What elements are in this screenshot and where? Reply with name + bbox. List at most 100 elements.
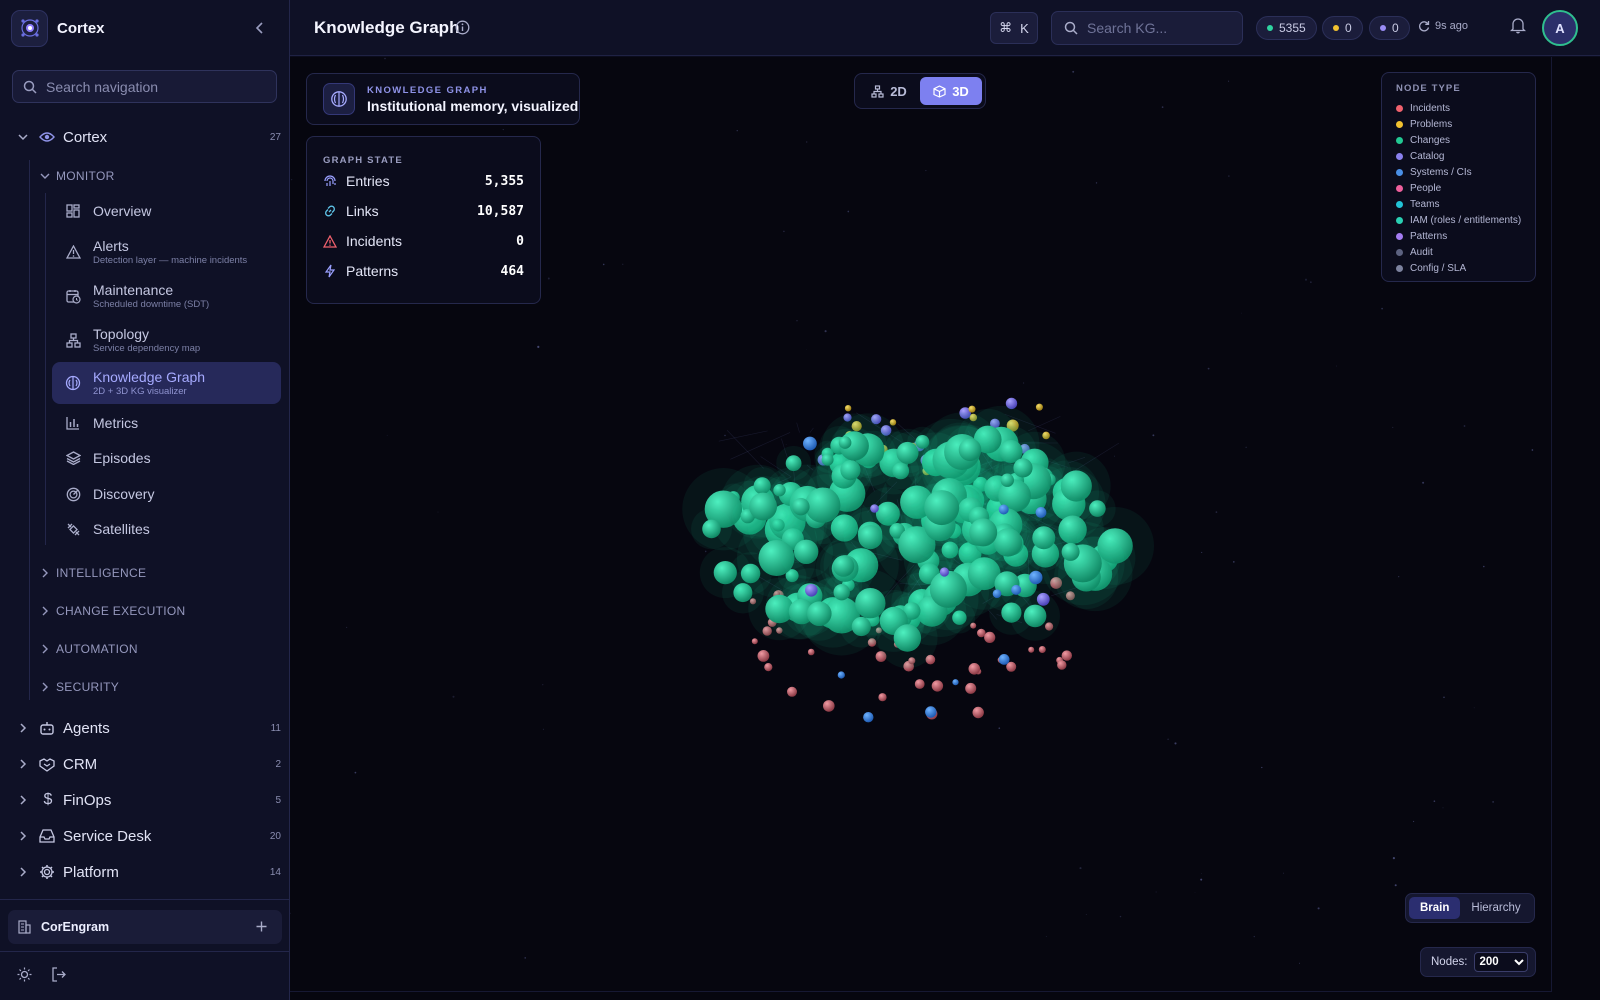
section-change-execution[interactable]: CHANGE EXECUTION xyxy=(38,603,185,619)
graph-node[interactable] xyxy=(807,601,832,626)
nav-group-platform[interactable]: Platform 14 xyxy=(16,861,281,883)
graph-node[interactable] xyxy=(914,679,925,689)
nav-item-episodes[interactable]: Episodes xyxy=(52,445,281,471)
graph-node[interactable] xyxy=(794,539,819,564)
graph-node[interactable] xyxy=(1089,500,1106,517)
legend-item[interactable]: Catalog xyxy=(1396,148,1535,164)
legend-item[interactable]: IAM (roles / entitlements) xyxy=(1396,212,1535,228)
graph-node[interactable] xyxy=(1036,592,1050,606)
graph-node[interactable] xyxy=(969,518,998,547)
graph-node[interactable] xyxy=(878,693,887,702)
bell-icon[interactable] xyxy=(1510,16,1526,34)
nav-search-input[interactable] xyxy=(46,78,266,95)
graph-node[interactable] xyxy=(952,679,959,686)
graph-node[interactable] xyxy=(998,504,1009,515)
graph-node[interactable] xyxy=(764,663,773,672)
legend-item[interactable]: Systems / CIs xyxy=(1396,164,1535,180)
nav-group-cortex[interactable]: Cortex 27 xyxy=(16,126,281,148)
graph-node[interactable] xyxy=(972,706,984,719)
info-icon[interactable] xyxy=(455,20,470,35)
legend-item[interactable]: Problems xyxy=(1396,116,1535,132)
graph-node[interactable] xyxy=(984,631,996,643)
layout-brain-button[interactable]: Brain xyxy=(1409,897,1461,919)
nav-item-knowledge-graph[interactable]: Knowledge Graph 2D + 3D KG visualizer xyxy=(52,362,281,404)
graph-node[interactable] xyxy=(965,682,977,694)
nav-item-overview[interactable]: Overview xyxy=(52,198,281,224)
graph-node[interactable] xyxy=(863,712,874,723)
section-security[interactable]: SECURITY xyxy=(38,679,119,695)
section-automation[interactable]: AUTOMATION xyxy=(38,641,138,657)
nav-item-alerts[interactable]: Alerts Detection layer — machine incident… xyxy=(52,236,281,268)
graph-node[interactable] xyxy=(821,453,834,466)
graph-node[interactable] xyxy=(749,492,777,521)
graph-node[interactable] xyxy=(832,555,855,577)
nav-group-service-desk[interactable]: Service Desk 20 xyxy=(16,825,281,847)
collapse-sidebar-button[interactable] xyxy=(251,19,269,37)
view-2d-button[interactable]: 2D xyxy=(858,77,920,105)
workspace-switcher[interactable]: CorEngram xyxy=(8,910,282,944)
view-3d-button[interactable]: 3D xyxy=(920,77,982,105)
section-intelligence[interactable]: INTELLIGENCE xyxy=(38,565,146,581)
nav-group-crm[interactable]: CRM 2 xyxy=(16,753,281,775)
graph-node[interactable] xyxy=(838,436,852,449)
add-workspace-button[interactable] xyxy=(252,917,270,935)
legend-item[interactable]: Config / SLA xyxy=(1396,260,1535,276)
graph-node[interactable] xyxy=(929,570,967,608)
kg-search-input[interactable] xyxy=(1087,20,1227,36)
graph-canvas[interactable]: KNOWLEDGE GRAPH Institutional memory, vi… xyxy=(290,57,1600,1000)
legend-item[interactable]: Incidents xyxy=(1396,100,1535,116)
knowledge-graph-3d[interactable] xyxy=(670,312,1170,772)
legend-item[interactable]: Changes xyxy=(1396,132,1535,148)
graph-node[interactable] xyxy=(1057,660,1067,670)
legend-item[interactable]: Teams xyxy=(1396,196,1535,212)
graph-node[interactable] xyxy=(925,706,937,718)
graph-node[interactable] xyxy=(787,686,797,697)
graph-node[interactable] xyxy=(803,436,817,451)
graph-node[interactable] xyxy=(702,519,721,539)
graph-node[interactable] xyxy=(1028,646,1035,653)
logout-icon[interactable] xyxy=(51,967,66,982)
graph-node[interactable] xyxy=(823,700,835,712)
nav-group-agents[interactable]: Agents 11 xyxy=(16,717,281,739)
nav-item-satellites[interactable]: Satellites xyxy=(52,516,281,542)
graph-node[interactable] xyxy=(931,680,944,692)
graph-node[interactable] xyxy=(958,438,982,462)
graph-node[interactable] xyxy=(1000,473,1014,487)
nodes-count-select[interactable]: 200 xyxy=(1474,952,1529,972)
graph-node[interactable] xyxy=(1035,403,1043,411)
avatar[interactable]: A xyxy=(1542,10,1578,46)
graph-node[interactable] xyxy=(1029,570,1043,585)
nav-search[interactable] xyxy=(12,70,277,103)
graph-node[interactable] xyxy=(1035,507,1047,518)
graph-node[interactable] xyxy=(751,638,758,645)
command-palette-button[interactable]: ⌘ K xyxy=(990,12,1038,44)
graph-node[interactable] xyxy=(924,490,960,526)
graph-node[interactable] xyxy=(1038,646,1046,653)
graph-node[interactable] xyxy=(1023,604,1047,628)
graph-node[interactable] xyxy=(792,498,810,516)
graph-node[interactable] xyxy=(837,671,845,679)
graph-node[interactable] xyxy=(1061,542,1080,561)
graph-node[interactable] xyxy=(998,654,1010,665)
kg-search[interactable] xyxy=(1051,11,1243,45)
graph-node[interactable] xyxy=(785,455,802,472)
graph-node[interactable] xyxy=(833,584,850,601)
graph-node[interactable] xyxy=(807,648,815,656)
graph-node[interactable] xyxy=(844,405,852,412)
graph-node[interactable] xyxy=(870,504,879,513)
nav-item-maintenance[interactable]: Maintenance Scheduled downtime (SDT) xyxy=(52,280,281,312)
nav-item-metrics[interactable]: Metrics xyxy=(52,410,281,436)
nav-group-finops[interactable]: $ FinOps 5 xyxy=(16,789,281,811)
graph-node[interactable] xyxy=(893,624,922,652)
graph-node[interactable] xyxy=(968,405,976,413)
section-monitor[interactable]: MONITOR xyxy=(38,168,115,184)
graph-node[interactable] xyxy=(968,663,981,675)
graph-node[interactable] xyxy=(939,567,949,577)
graph-node[interactable] xyxy=(992,589,1002,598)
graph-node[interactable] xyxy=(1011,584,1022,595)
nav-item-discovery[interactable]: Discovery xyxy=(52,481,281,507)
refresh-status[interactable]: 9s ago xyxy=(1418,20,1468,32)
legend-item[interactable]: Audit xyxy=(1396,244,1535,260)
nav-item-topology[interactable]: Topology Service dependency map xyxy=(52,324,281,356)
graph-node[interactable] xyxy=(757,650,770,662)
